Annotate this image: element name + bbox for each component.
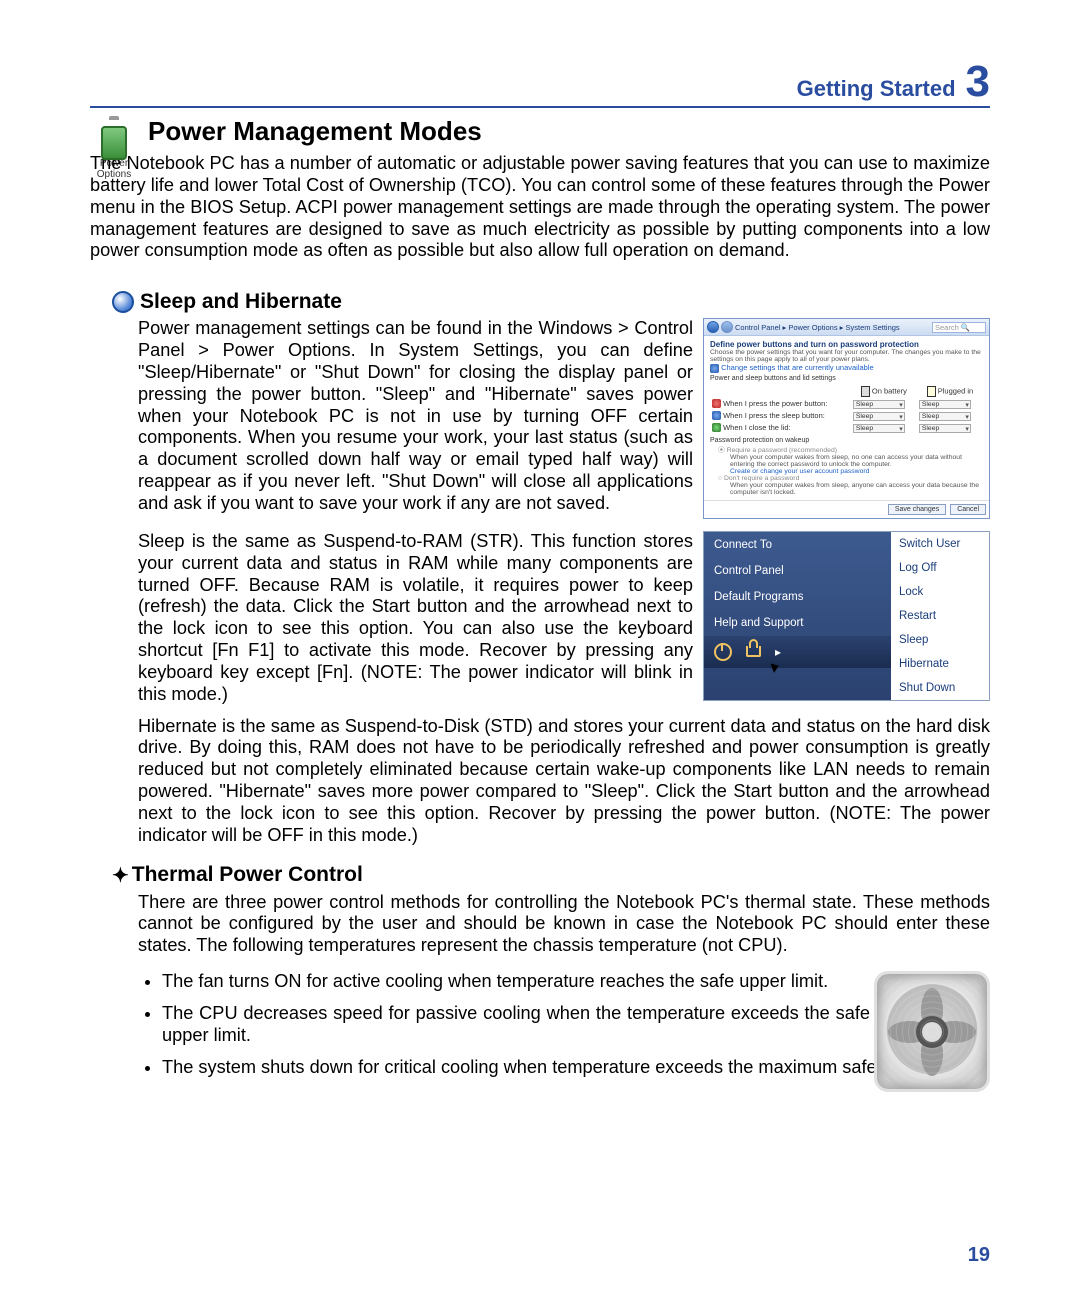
radio1-desc: When your computer wakes from sleep, no … <box>730 454 983 468</box>
power-btn-battery-select: Sleep <box>853 400 905 409</box>
menu-sleep: Sleep <box>891 628 989 652</box>
menu-log-off: Log Off <box>891 556 989 580</box>
sleep-button-icon <box>712 411 721 420</box>
bullet-2: The CPU decreases speed for passive cool… <box>162 1003 990 1047</box>
create-password-link: Create or change your user account passw… <box>730 468 869 475</box>
chevron-right-icon: ▸ <box>775 645 781 659</box>
power-button-icon <box>712 399 721 408</box>
back-icon <box>707 321 719 333</box>
shield-icon <box>710 364 719 373</box>
lid-plugged-select: Sleep <box>919 424 971 433</box>
forward-icon <box>721 321 733 333</box>
bullet-1: The fan turns ON for active cooling when… <box>162 971 990 993</box>
power-buttons-table: On battery Plugged in When I press the p… <box>710 385 983 434</box>
section-title: Getting Started <box>797 76 956 102</box>
sys-subtitle: Choose the power settings that you want … <box>710 349 983 363</box>
heading-thermal-text: Thermal Power Control <box>132 863 363 887</box>
cancel-button: Cancel <box>950 504 986 515</box>
title-row: Power Options Power Management Modes The… <box>90 116 990 274</box>
search-input: Search 🔍 <box>932 322 986 333</box>
start-menu-connect-to: Connect To <box>704 532 891 558</box>
menu-shut-down: Shut Down <box>891 676 989 700</box>
menu-lock: Lock <box>891 580 989 604</box>
menu-hibernate: Hibernate <box>891 652 989 676</box>
sleep-section: Sleep and Hibernate Power management set… <box>90 290 990 1088</box>
intro-paragraph: The Notebook PC has a number of automati… <box>90 153 990 262</box>
thermal-bullets: The fan turns ON for active cooling when… <box>138 971 990 1078</box>
chapter-number: 3 <box>966 60 990 104</box>
breadcrumb: Control Panel ▸ Power Options ▸ System S… <box>735 323 900 332</box>
heading-main: Power Management Modes <box>148 116 990 147</box>
sleep-btn-battery-select: Sleep <box>853 412 905 421</box>
battery-icon <box>861 386 870 397</box>
lid-icon <box>712 423 721 432</box>
power-icon <box>714 643 732 661</box>
sleep-icon <box>112 291 134 313</box>
heading-sleep-text: Sleep and Hibernate <box>140 290 342 314</box>
system-settings-screenshot: Control Panel ▸ Power Options ▸ System S… <box>703 318 990 519</box>
change-settings-link: Change settings that are currently unava… <box>710 363 983 373</box>
heading-thermal: ✦ Thermal Power Control <box>112 863 990 888</box>
battery-icon <box>98 116 130 156</box>
radio2-desc: When your computer wakes from sleep, any… <box>730 482 983 496</box>
fan-image <box>874 971 990 1092</box>
menu-restart: Restart <box>891 604 989 628</box>
page: Getting Started 3 Power Options Power Ma… <box>0 0 1080 1307</box>
start-menu-screenshot: Connect To Control Panel Default Program… <box>703 531 990 701</box>
start-menu-default-programs: Default Programs <box>704 584 891 610</box>
sleep-paragraph-2: Sleep is the same as Suspend-to-RAM (STR… <box>138 531 693 706</box>
lid-battery-select: Sleep <box>853 424 905 433</box>
save-changes-button: Save changes <box>888 504 946 515</box>
sys-section2: Password protection on wakeup <box>710 437 983 444</box>
sleep-btn-plugged-select: Sleep <box>919 412 971 421</box>
start-menu-power-row: ▸ <box>704 636 891 668</box>
thermal-icon: ✦ <box>112 863 126 888</box>
plug-icon <box>927 386 936 397</box>
heading-sleep: Sleep and Hibernate <box>112 290 990 314</box>
sys-title: Define power buttons and turn on passwor… <box>710 340 983 349</box>
power-btn-plugged-select: Sleep <box>919 400 971 409</box>
sleep-paragraph-3: Hibernate is the same as Suspend-to-Disk… <box>138 716 990 847</box>
page-number: 19 <box>968 1244 990 1267</box>
sleep-paragraph-1: Power management settings can be found i… <box>138 318 693 515</box>
start-menu-control-panel: Control Panel <box>704 558 891 584</box>
sys-section1: Power and sleep buttons and lid settings <box>710 375 983 382</box>
chapter-header: Getting Started 3 <box>90 60 990 108</box>
menu-switch-user: Switch User <box>891 532 989 556</box>
thermal-paragraph: There are three power control methods fo… <box>138 892 990 958</box>
radio-require-pw: Require a password (recommended) <box>727 447 837 454</box>
search-icon: 🔍 <box>961 323 970 332</box>
lock-icon <box>746 646 761 657</box>
start-menu-help: Help and Support <box>704 610 891 636</box>
bullet-3: The system shuts down for critical cooli… <box>162 1057 990 1079</box>
radio-no-pw: Don't require a password <box>724 475 799 482</box>
